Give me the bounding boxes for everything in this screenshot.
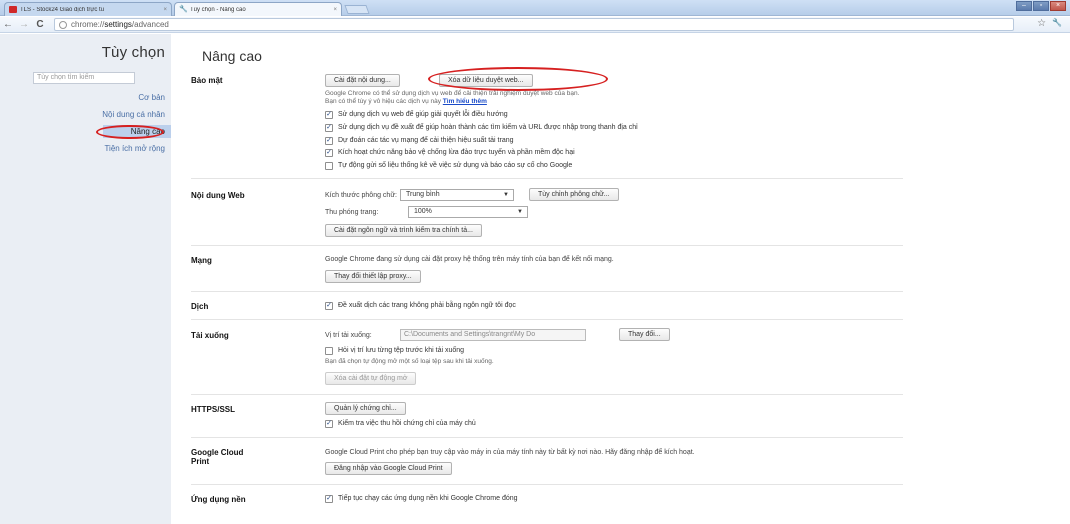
forward-button[interactable]: → xyxy=(16,18,32,32)
section-divider xyxy=(191,394,903,395)
url-path: /advanced xyxy=(131,20,169,29)
customize-fonts-button[interactable]: Tùy chỉnh phông chữ... xyxy=(529,188,619,201)
highlight-oval xyxy=(428,67,608,91)
tab-settings-advanced[interactable]: 🔧 Tùy chọn - Nâng cao × xyxy=(174,2,342,16)
section-label-privacy: Bảo mật xyxy=(191,76,223,85)
chevron-down-icon: ▼ xyxy=(503,192,509,198)
close-window-button[interactable]: × xyxy=(1050,1,1066,11)
download-location-field: C:\Documents and Settings\trangnt\My Do xyxy=(400,329,586,341)
tab-stock24[interactable]: TLS - Stock24 Giao dịch trực tu × xyxy=(4,2,172,16)
stock24-favicon-icon xyxy=(9,6,17,13)
font-size-select[interactable]: Trung bình ▼ xyxy=(400,189,514,201)
checkbox-label: Dự đoán các tác vụ mạng để cải thiện hiệ… xyxy=(338,137,514,144)
tab-label: TLS - Stock24 Giao dịch trực tu xyxy=(20,6,105,13)
section-label-translate: Dịch xyxy=(191,302,209,311)
change-download-location-button[interactable]: Thay đổi... xyxy=(619,328,670,341)
page-icon xyxy=(59,20,67,29)
checkbox-label: Kiểm tra việc thu hồi chứng chỉ của máy … xyxy=(338,420,476,427)
section-divider xyxy=(191,291,903,292)
url-scheme: chrome:// xyxy=(71,20,105,29)
section-divider xyxy=(191,178,903,179)
highlight-oval xyxy=(96,125,164,139)
new-tab-button[interactable] xyxy=(344,5,370,14)
close-icon[interactable]: × xyxy=(333,7,337,13)
sidebar-item-extensions[interactable]: Tiện ích mở rộng xyxy=(104,144,165,153)
reload-button[interactable]: C xyxy=(32,18,48,32)
section-divider xyxy=(191,245,903,246)
section-divider xyxy=(191,319,903,320)
auto-open-note: Bạn đã chọn tự động mở một số loại tệp s… xyxy=(325,358,494,365)
wrench-icon: 🔧 xyxy=(179,6,188,13)
url-host: settings xyxy=(104,20,132,29)
learn-more-link[interactable]: Tìm hiểu thêm xyxy=(443,98,487,105)
change-proxy-button[interactable]: Thay đổi thiết lập proxy... xyxy=(325,270,421,283)
checkbox-label: Tiếp tục chạy các ứng dụng nền khi Googl… xyxy=(338,495,518,502)
settings-content: Nâng cao Bảo mật Cài đặt nội dung... Xóa… xyxy=(171,34,1070,524)
section-divider xyxy=(191,437,903,438)
maximize-button[interactable]: ▫ xyxy=(1033,1,1049,11)
sidebar-item-personal[interactable]: Nội dung cá nhân xyxy=(102,110,165,119)
chevron-down-icon: ▼ xyxy=(517,209,523,215)
checkbox-label: Sử dụng dịch vụ web để giúp giải quyết l… xyxy=(338,111,508,118)
browser-toolbar: ← → C chrome://settings/advanced ☆ 🔧 xyxy=(0,17,1070,33)
window-controls: – ▫ × xyxy=(1016,1,1066,11)
page-title: Nâng cao xyxy=(202,48,262,64)
manage-certificates-button[interactable]: Quản lý chứng chỉ... xyxy=(325,402,406,415)
checkbox-label: Đề xuất dịch các trang không phải bằng n… xyxy=(338,302,516,309)
minimize-button[interactable]: – xyxy=(1016,1,1032,11)
title-bar: TLS - Stock24 Giao dịch trực tu × 🔧 Tùy … xyxy=(0,0,1070,16)
checkbox-label: Sử dụng dịch vụ đề xuất để giúp hoàn thà… xyxy=(338,124,638,131)
checkbox[interactable]: ✓ xyxy=(325,420,333,428)
download-location-label: Vị trí tải xuống: xyxy=(325,332,372,339)
checkbox[interactable]: ✓ xyxy=(325,302,333,310)
close-icon[interactable]: × xyxy=(163,7,167,13)
checkbox-label: Tự động gửi số liệu thống kê về việc sử … xyxy=(338,162,573,169)
section-divider xyxy=(191,484,903,485)
cloud-print-description: Google Cloud Print cho phép bạn truy cập… xyxy=(325,449,695,456)
sidebar: Tùy chọn Tùy chọn tìm kiếm Cơ bản Nội du… xyxy=(0,34,171,524)
privacy-description: Google Chrome có thể sử dụng dịch vụ web… xyxy=(325,90,580,97)
sidebar-title: Tùy chọn xyxy=(101,44,165,61)
checkbox[interactable]: ✓ xyxy=(325,124,333,132)
checkbox-label: Kích hoạt chức năng bảo vệ chống lừa đảo… xyxy=(338,149,575,156)
section-label-downloads: Tải xuống xyxy=(191,331,229,340)
star-icon[interactable]: ☆ xyxy=(1037,18,1046,29)
address-bar[interactable]: chrome://settings/advanced xyxy=(54,18,1014,31)
font-size-value: Trung bình xyxy=(406,191,440,198)
clear-auto-open-button[interactable]: Xóa cài đặt tự động mở xyxy=(325,372,417,385)
settings-search-input[interactable]: Tùy chọn tìm kiếm xyxy=(33,72,135,84)
section-label-web-content: Nội dung Web xyxy=(191,191,245,200)
cloud-print-signin-button[interactable]: Đăng nhập vào Google Cloud Print xyxy=(325,462,452,475)
checkbox[interactable]: ✓ xyxy=(325,137,333,145)
privacy-description-2: Bạn có thể tùy ý vô hiệu các dịch vụ này… xyxy=(325,98,487,105)
checkbox[interactable] xyxy=(325,347,333,355)
font-size-label: Kích thước phông chữ: xyxy=(325,192,397,199)
page-zoom-select[interactable]: 100% ▼ xyxy=(408,206,528,218)
page-zoom-label: Thu phóng trang: xyxy=(325,209,379,216)
tab-label: Tùy chọn - Nâng cao xyxy=(190,6,246,13)
checkbox[interactable]: ✓ xyxy=(325,111,333,119)
checkbox[interactable] xyxy=(325,162,333,170)
section-label-https: HTTPS/SSL xyxy=(191,405,236,414)
section-label-network: Mạng xyxy=(191,256,212,265)
section-label-background-apps: Ứng dụng nền xyxy=(191,495,246,504)
sidebar-item-basics[interactable]: Cơ bản xyxy=(138,93,165,102)
network-description: Google Chrome đang sử dụng cài đặt proxy… xyxy=(325,256,614,263)
checkbox[interactable]: ✓ xyxy=(325,149,333,157)
privacy-note: Bạn có thể tùy ý vô hiệu các dịch vụ này xyxy=(325,98,441,105)
content-settings-button[interactable]: Cài đặt nội dung... xyxy=(325,74,400,87)
checkbox[interactable]: ✓ xyxy=(325,495,333,503)
page-zoom-value: 100% xyxy=(414,208,432,215)
checkbox-label: Hỏi vị trí lưu từng tệp trước khi tải xu… xyxy=(338,347,465,354)
wrench-icon[interactable]: 🔧 xyxy=(1052,18,1062,29)
language-settings-button[interactable]: Cài đặt ngôn ngữ và trình kiểm tra chính… xyxy=(325,224,482,237)
section-label-cloud-print: Google Cloud Print xyxy=(191,448,244,466)
back-button[interactable]: ← xyxy=(0,18,16,32)
